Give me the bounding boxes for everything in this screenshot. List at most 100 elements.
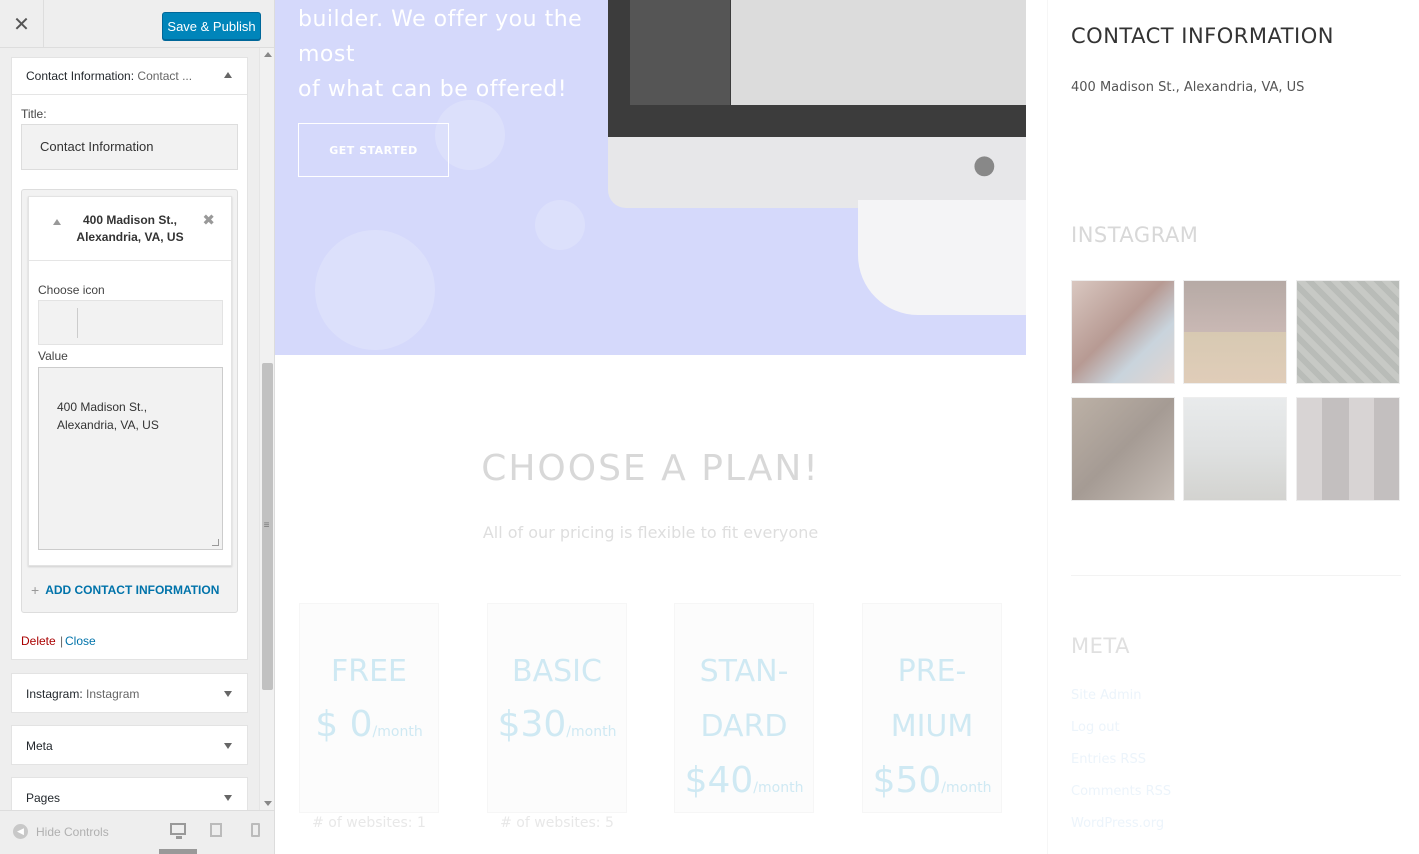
hide-controls-button[interactable]: ◀ Hide Controls <box>13 824 109 839</box>
desktop-preview-icon[interactable] <box>170 823 186 839</box>
close-icon[interactable]: ✕ <box>0 0 44 48</box>
scroll-down-icon[interactable] <box>264 801 272 806</box>
instagram-photo[interactable] <box>1296 397 1400 501</box>
plan-name: STAN- DARD <box>699 654 789 744</box>
monitor-stand <box>858 200 1026 315</box>
plan-card[interactable]: PRE- MIUM $50/month <box>862 603 1002 813</box>
contact-heading: CONTACT INFORMATION <box>1071 24 1334 48</box>
meta-link[interactable]: Log out <box>1071 720 1120 735</box>
title-input[interactable]: Contact Information <box>21 124 238 170</box>
expand-arrow-icon[interactable] <box>224 743 232 749</box>
choose-icon-label: Choose icon <box>38 283 105 297</box>
expand-arrow-icon[interactable] <box>224 691 232 697</box>
plans-title: CHOOSE A PLAN! <box>481 448 820 489</box>
plan-feature: # of websites: 5 <box>500 815 614 831</box>
title-label: Title: <box>21 107 47 121</box>
plan-name: BASIC <box>512 654 602 689</box>
plan-amount: 50 <box>895 760 942 801</box>
instagram-photo[interactable] <box>1071 280 1175 384</box>
apple-logo-icon: ● <box>973 150 996 180</box>
repeater-item: 400 Madison St., Alexandria, VA, US ✖ Ch… <box>28 196 232 566</box>
hero-orb <box>315 230 435 350</box>
value-text: 400 Madison St., Alexandria, VA, US <box>57 400 159 432</box>
site-preview: ● builder. We offer you the most of what… <box>275 0 1419 854</box>
plan-card[interactable]: STAN- DARD $40/month <box>674 603 814 813</box>
widget-title: Instagram: Instagram <box>26 687 139 701</box>
collapse-arrow-icon[interactable] <box>53 219 61 225</box>
sidebar-resize-grip-icon[interactable]: ≡ <box>259 520 274 531</box>
instagram-photo[interactable] <box>1296 280 1400 384</box>
value-label: Value <box>38 349 68 363</box>
tablet-preview-icon[interactable] <box>210 823 222 837</box>
contact-repeater: 400 Madison St., Alexandria, VA, US ✖ Ch… <box>21 189 238 613</box>
column-divider <box>1047 0 1048 854</box>
plan-period: /month <box>753 780 804 796</box>
collapse-arrow-icon: ◀ <box>13 824 28 839</box>
plan-name: PRE- MIUM <box>890 654 974 744</box>
hero-text: builder. We offer you the most of what c… <box>298 7 583 102</box>
scroll-up-icon[interactable] <box>264 52 272 57</box>
hero-section: ● builder. We offer you the most of what… <box>275 0 1026 355</box>
plan-currency: $ <box>872 760 896 801</box>
widget-meta[interactable]: Meta <box>11 725 248 765</box>
widget-title-value: Instagram <box>86 687 140 701</box>
close-link[interactable]: Close <box>65 634 96 648</box>
monitor-screen-menu <box>630 0 730 105</box>
get-started-button[interactable]: GET STARTED <box>298 123 449 177</box>
delete-link[interactable]: Delete <box>21 634 56 648</box>
active-device-indicator <box>159 849 197 854</box>
widget-title: Pages <box>26 791 61 805</box>
plan-price: $40/month <box>675 760 813 801</box>
remove-item-icon[interactable]: ✖ <box>202 211 215 229</box>
plan-price: $30/month <box>488 704 626 745</box>
meta-link[interactable]: Entries RSS <box>1071 752 1146 767</box>
plan-currency: $ <box>684 760 708 801</box>
expand-arrow-icon[interactable] <box>224 795 232 801</box>
plan-period: /month <box>372 724 423 740</box>
hero-orb <box>535 200 585 250</box>
widget-title-value: Contact ... <box>137 69 193 83</box>
save-publish-button[interactable]: Save & Publish <box>162 12 261 40</box>
meta-link[interactable]: WordPress.org <box>1071 816 1164 831</box>
value-textarea[interactable]: 400 Madison St., Alexandria, VA, US <box>38 367 223 550</box>
customizer-sidebar: ✕ Save & Publish Contact Information: Co… <box>0 0 275 854</box>
instagram-photo[interactable] <box>1071 397 1175 501</box>
add-contact-label: ADD CONTACT INFORMATION <box>45 583 220 597</box>
collapse-arrow-icon[interactable] <box>224 72 232 78</box>
sidebar-footer: ◀ Hide Controls <box>0 810 274 854</box>
widget-title: Contact Information: Contact ... <box>26 69 192 83</box>
plans-subtitle: All of our pricing is flexible to fit ev… <box>482 523 819 542</box>
sidebar-header: ✕ Save & Publish <box>0 0 274 48</box>
plan-price: $ 0/month <box>300 704 438 745</box>
monitor-screen <box>608 0 1026 137</box>
mobile-preview-icon[interactable] <box>251 823 260 837</box>
meta-link[interactable]: Site Admin <box>1071 688 1142 703</box>
link-separator: | <box>60 634 64 648</box>
plan-period: /month <box>566 724 617 740</box>
instagram-photo[interactable] <box>1183 280 1287 384</box>
meta-link[interactable]: Comments RSS <box>1071 784 1171 799</box>
plan-amount: 40 <box>707 760 754 801</box>
customizer-window: ✕ Save & Publish Contact Information: Co… <box>0 0 1419 854</box>
instagram-photo[interactable] <box>1183 397 1287 501</box>
widget-contact-information: Contact Information: Contact ... Title: … <box>11 57 248 660</box>
icon-picker[interactable] <box>38 300 223 345</box>
widget-instagram[interactable]: Instagram: Instagram <box>11 673 248 713</box>
widget-header[interactable]: Contact Information: Contact ... <box>12 58 247 95</box>
plan-amount: 30 <box>520 704 567 745</box>
plan-feature: # of websites: 1 <box>312 815 426 831</box>
plan-currency: $ <box>497 704 521 745</box>
instagram-heading: INSTAGRAM <box>1071 223 1199 247</box>
plan-card[interactable]: FREE $ 0/month <box>299 603 439 813</box>
add-contact-information-button[interactable]: + ADD CONTACT INFORMATION <box>31 582 219 598</box>
monitor-image: ● <box>608 0 1026 208</box>
contact-address: 400 Madison St., Alexandria, VA, US <box>1071 80 1305 95</box>
preview-sidebar: CONTACT INFORMATION 400 Madison St., Ale… <box>1071 0 1419 854</box>
resize-grip-icon[interactable] <box>212 539 219 546</box>
plan-name: FREE <box>330 654 407 689</box>
plan-card[interactable]: BASIC $30/month <box>487 603 627 813</box>
sidebar-scrollbar[interactable] <box>259 48 274 810</box>
repeater-item-title: 400 Madison St., Alexandria, VA, US <box>76 213 184 244</box>
widget-title-label: Contact Information: <box>26 69 135 83</box>
repeater-item-header[interactable]: 400 Madison St., Alexandria, VA, US ✖ <box>29 197 231 261</box>
